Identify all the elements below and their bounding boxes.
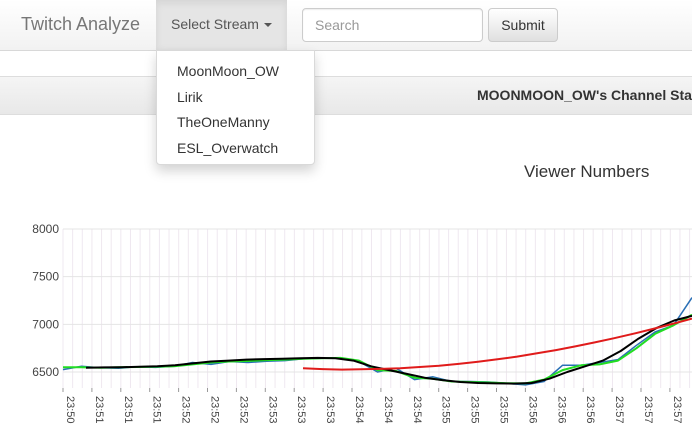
x-tick-label: 23:57 [671,396,683,424]
y-tick-label: 6500 [32,365,59,379]
x-tick-label: 23:53 [266,396,278,424]
stream-dropdown-menu: MoonMoon_OW Lirik TheOneManny ESL_Overwa… [156,50,315,165]
x-tick-label: 23:57 [642,396,654,424]
y-tick-label: 7000 [32,317,59,331]
x-tick-label: 23:57 [613,396,625,424]
dropdown-item-esl-overwatch[interactable]: ESL_Overwatch [177,140,278,156]
x-tick-label: 23:55 [440,396,452,424]
x-tick-label: 23:55 [469,396,481,424]
x-tick-label: 23:51 [151,396,163,424]
y-tick-label: 8000 [32,222,59,236]
y-tick-label: 7500 [32,270,59,284]
x-tick-label: 23:56 [584,396,596,424]
x-tick-label: 23:52 [237,396,249,424]
x-tick-label: 23:56 [555,396,567,424]
x-tick-label: 23:50 [64,396,76,424]
x-tick-label: 23:52 [209,396,221,424]
x-tick-label: 23:53 [324,396,336,424]
dropdown-item-theonemanny[interactable]: TheOneManny [177,114,270,130]
x-tick-label: 23:54 [353,396,365,424]
viewer-numbers-chart: 6500 7000 7500 8000 23:50 23:51 23:51 23:51 23:5… [32,222,692,424]
x-tick-label: 23:52 [180,396,192,424]
x-tick-label: 23:51 [122,396,134,424]
x-tick-label: 23:54 [382,396,394,424]
x-tick-label: 23:53 [295,396,307,424]
x-tick-label: 23:56 [526,396,538,424]
series-line-smoothed [63,313,692,385]
series-line-trend [85,314,692,385]
dropdown-item-moonmoon[interactable]: MoonMoon_OW [177,63,279,79]
x-tick-label: 23:55 [498,396,510,424]
x-tick-label: 23:51 [93,396,105,424]
x-tick-label: 23:54 [411,396,423,424]
dropdown-item-lirik[interactable]: Lirik [177,89,203,105]
